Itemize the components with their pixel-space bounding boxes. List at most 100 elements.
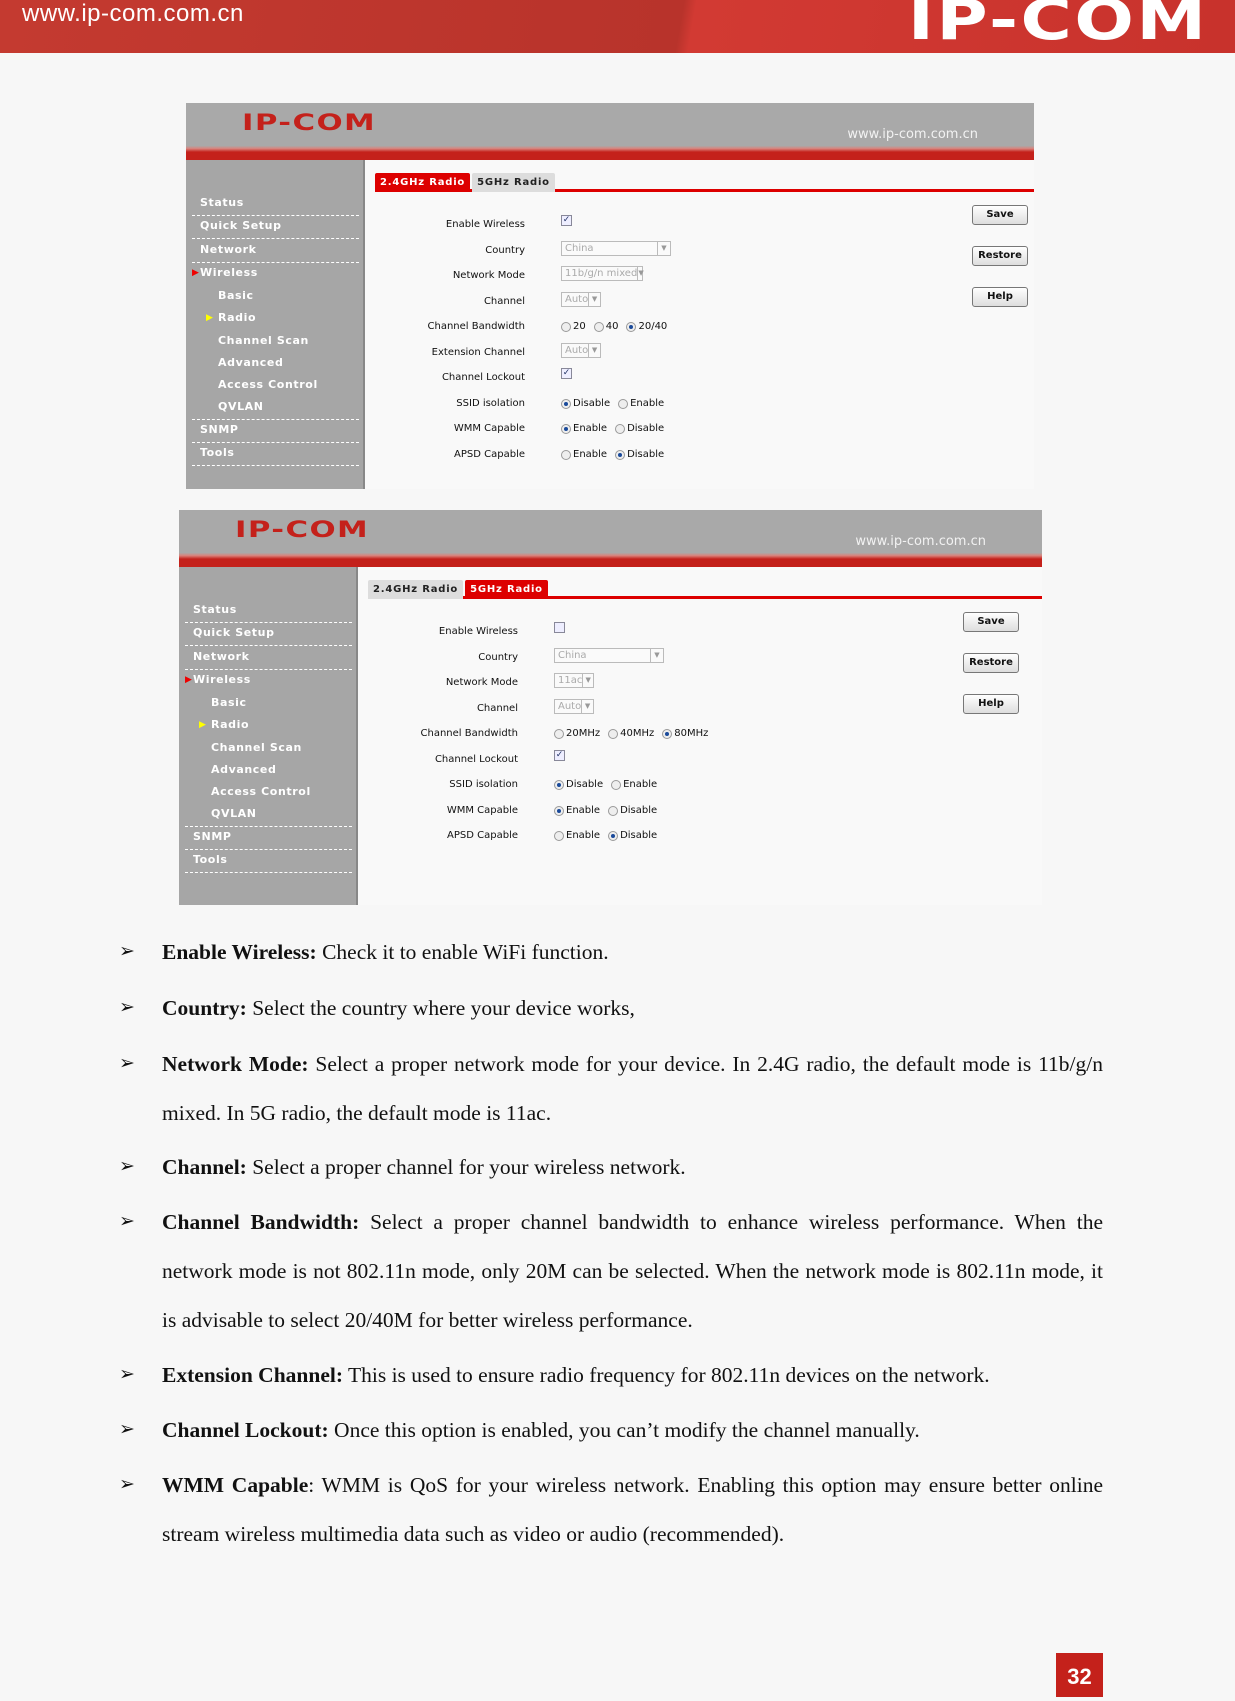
channel-select[interactable]: Auto ▼ [554, 698, 594, 714]
field-label: WMM Capable [446, 804, 518, 816]
sidebar-item-qvlan[interactable]: QVLAN [185, 803, 352, 827]
sidebar-item-tools[interactable]: Tools [192, 442, 359, 466]
sidebar-item-basic[interactable]: Basic [192, 285, 359, 309]
sidebar-item-access-control[interactable]: Access Control [192, 374, 359, 398]
apsd-capable-radio[interactable] [615, 449, 626, 460]
restore-button[interactable]: Restore [963, 653, 1019, 673]
radio-label: Disable [627, 423, 665, 434]
description-item: WMM Capable: WMM is QoS for your wireles… [162, 1461, 1103, 1559]
sidebar-item-label: Channel Scan [211, 741, 302, 754]
sidebar-item-quick-setup[interactable]: Quick Setup [185, 622, 352, 646]
field-label: Channel Bandwidth [427, 321, 525, 332]
channel-bandwidth-radio[interactable] [561, 322, 571, 332]
panel-logo: IP-COM [242, 111, 377, 136]
channel-bandwidth-radio[interactable] [626, 322, 637, 332]
restore-button[interactable]: Restore [972, 246, 1028, 266]
form-row: Country China ▼ [365, 240, 671, 261]
sidebar-item-network[interactable]: Network [185, 646, 352, 670]
country-select[interactable]: China ▼ [561, 240, 671, 256]
save-button[interactable]: Save [963, 612, 1019, 632]
sidebar-item-channel-scan[interactable]: Channel Scan [185, 737, 352, 761]
radio-label: Enable [623, 779, 658, 790]
sidebar-item-snmp[interactable]: SNMP [185, 826, 352, 850]
sidebar-item-quick-setup[interactable]: Quick Setup [192, 215, 359, 239]
sidebar-item-qvlan[interactable]: QVLAN [192, 396, 359, 420]
apsd-capable-radio[interactable] [561, 449, 571, 460]
sidebar-item-radio[interactable]: ▶ Radio [192, 307, 359, 331]
sidebar-item-channel-scan[interactable]: Channel Scan [192, 330, 359, 354]
channel-select[interactable]: Auto ▼ [561, 291, 601, 307]
description-item: Channel Lockout: Once this option is ena… [162, 1406, 1103, 1455]
ssid-isolation-radio[interactable] [618, 398, 629, 409]
sidebar-item-status[interactable]: Status [192, 192, 359, 216]
select-value: 11b/g/n mixed [565, 268, 638, 279]
ssid-isolation-radio[interactable] [611, 780, 622, 790]
sidebar-item-label: Network [193, 650, 250, 663]
active-marker-icon: ▶ [192, 268, 200, 278]
help-button[interactable]: Help [963, 694, 1019, 714]
form-row: Channel Bandwidth 20MHz 40MHz 80MHz [358, 724, 708, 744]
channel-bandwidth-radio[interactable] [662, 729, 673, 739]
sidebar-item-label: Tools [193, 853, 228, 866]
form-row: Country China ▼ [358, 647, 664, 668]
channel-bandwidth-radio[interactable] [593, 322, 604, 332]
sidebar-item-wireless[interactable]: ▶ Wireless [185, 669, 352, 693]
panel-url: www.ip-com.com.cn [847, 127, 978, 142]
radio-label: Disable [627, 448, 665, 460]
sidebar-item-network[interactable]: Network [192, 239, 359, 263]
field-label: Country [478, 651, 518, 663]
wmm-capable-radio[interactable] [554, 805, 564, 816]
sidebar-item-status[interactable]: Status [185, 599, 352, 623]
field-control: Enable Disable [554, 826, 657, 846]
active-marker-icon: ▶ [206, 313, 214, 323]
wmm-capable-radio[interactable] [608, 805, 619, 816]
bullet-arrow-icon: ➢ [119, 1211, 135, 1232]
field-control: 20MHz 40MHz 80MHz [554, 724, 708, 744]
sidebar-item-tools[interactable]: Tools [185, 849, 352, 873]
sidebar-item-label: QVLAN [218, 400, 264, 413]
form-row: Channel Lockout ✓ [358, 749, 565, 770]
field-label: Network Mode [452, 270, 525, 281]
network-mode-select[interactable]: 11ac ▼ [554, 673, 594, 688]
radio-label: 40MHz [620, 728, 655, 739]
ssid-isolation-radio[interactable] [554, 780, 564, 790]
page-number: 32 [1056, 1653, 1103, 1697]
form-row: SSID isolation Disable Enable [358, 775, 657, 795]
tab-2-4ghz[interactable]: 2.4GHz Radio [375, 173, 471, 192]
help-button[interactable]: Help [972, 287, 1028, 307]
enable-wireless-checkbox[interactable] [554, 622, 565, 633]
sidebar-item-advanced[interactable]: Advanced [192, 352, 359, 376]
save-button[interactable]: Save [972, 205, 1028, 225]
sidebar-item-access-control[interactable]: Access Control [185, 781, 352, 805]
apsd-capable-radio[interactable] [608, 831, 619, 841]
enable-wireless-checkbox[interactable]: ✓ [561, 215, 572, 226]
sidebar-item-advanced[interactable]: Advanced [185, 759, 352, 783]
channel-lockout-checkbox[interactable]: ✓ [561, 368, 572, 379]
tab-5ghz[interactable]: 5GHz Radio [472, 173, 555, 192]
wmm-capable-radio[interactable] [615, 424, 626, 434]
tab-2-4ghz[interactable]: 2.4GHz Radio [368, 580, 464, 599]
wmm-capable-radio[interactable] [561, 424, 571, 434]
tab-5ghz[interactable]: 5GHz Radio [465, 580, 548, 599]
country-select[interactable]: China ▼ [554, 647, 664, 663]
ssid-isolation-radio[interactable] [561, 398, 571, 409]
network-mode-select[interactable]: 11b/g/n mixed ▼ [561, 266, 644, 281]
channel-lockout-checkbox[interactable]: ✓ [554, 749, 565, 761]
sidebar-item-wireless[interactable]: ▶ Wireless [192, 262, 359, 286]
sidebar-item-radio[interactable]: ▶ Radio [185, 714, 352, 738]
field-label: SSID isolation [456, 397, 525, 409]
form-row: Channel Lockout ✓ [365, 368, 572, 388]
sidebar-item-basic[interactable]: Basic [185, 692, 352, 716]
apsd-capable-radio[interactable] [554, 831, 564, 841]
description-term: Channel: [162, 1155, 247, 1179]
channel-bandwidth-radio[interactable] [554, 729, 564, 739]
bullet-arrow-icon: ➢ [119, 997, 135, 1018]
field-control: ✓ [561, 368, 572, 379]
extension-channel-select[interactable]: Auto ▼ [561, 342, 601, 358]
sidebar-item-snmp[interactable]: SNMP [192, 419, 359, 443]
description-text: Select a proper channel for your wireles… [246, 1155, 686, 1179]
sidebar-item-label: Channel Scan [218, 334, 309, 347]
channel-bandwidth-radio[interactable] [608, 729, 619, 739]
panel-logo: IP-COM [235, 518, 370, 543]
description-text: Once this option is enabled, you can’t m… [328, 1418, 920, 1442]
